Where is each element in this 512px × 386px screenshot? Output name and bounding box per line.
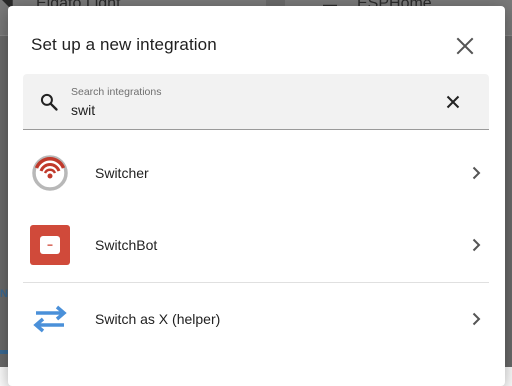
dialog-title: Set up a new integration (31, 35, 217, 54)
close-icon (456, 37, 474, 55)
clear-search-button[interactable] (443, 92, 463, 112)
search-input[interactable] (71, 101, 411, 119)
integration-dialog: Set up a new integration Search integrat… (8, 6, 505, 386)
integration-item-switch-as-x[interactable]: Switch as X (helper) (23, 283, 489, 355)
search-field[interactable]: Search integrations (23, 74, 489, 130)
integration-label: SwitchBot (95, 237, 158, 253)
chevron-right-icon (472, 166, 481, 180)
clear-icon (446, 95, 460, 109)
switchbot-logo (30, 225, 70, 265)
search-icon (40, 93, 58, 111)
search-label: Search integrations (71, 86, 162, 98)
integration-item-switcher[interactable]: Switcher (23, 137, 489, 209)
integration-item-switchbot[interactable]: SwitchBot (23, 209, 489, 281)
chevron-right-icon (472, 312, 481, 326)
integration-label: Switcher (95, 165, 149, 181)
close-button[interactable] (453, 34, 477, 58)
switcher-logo (32, 155, 68, 191)
swap-arrows-icon (33, 305, 67, 333)
chevron-right-icon (472, 238, 481, 252)
integration-label: Switch as X (helper) (95, 311, 221, 327)
background-link-fragment: N (0, 288, 8, 300)
